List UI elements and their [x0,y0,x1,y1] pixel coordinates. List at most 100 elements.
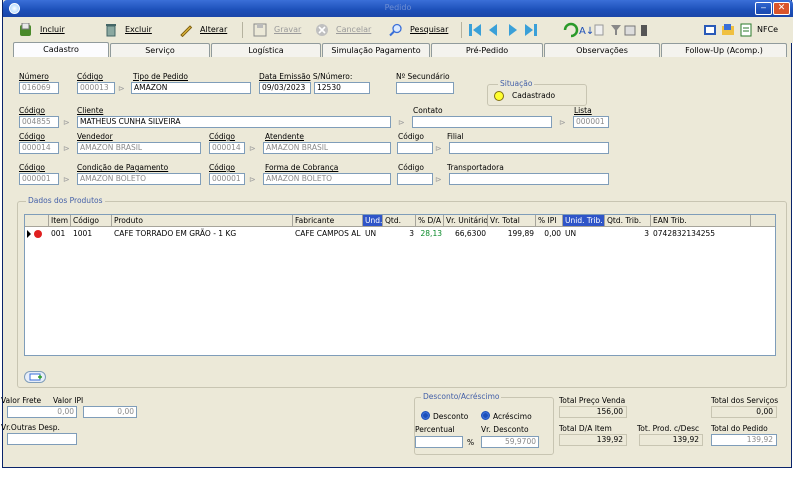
lookup-icon[interactable]: ⊳ [435,175,445,184]
acrescimo-radio[interactable] [481,411,490,420]
table-cell-qtd-trib[interactable]: 3 [605,228,651,239]
filial-codigo-label: Código [398,132,425,141]
pencil-icon [180,25,193,37]
lookup-icon[interactable]: ⊳ [63,175,73,184]
lookup-icon[interactable]: ⊳ [398,118,408,127]
alterar-button[interactable]: Alterar [179,22,227,38]
total-servicos-value: 0,00 [711,406,777,418]
col-vr-total[interactable]: Vr. Total [488,215,536,227]
utility-icons[interactable]: A↓ [563,22,653,38]
col-da[interactable]: % D/A [416,215,444,227]
filial-field[interactable] [449,142,609,154]
lista-field[interactable]: 000001 [573,116,609,128]
table-cell-item[interactable]: 001 [49,228,71,239]
s-numero-field[interactable]: 12530 [314,82,370,94]
tab-pre-pedido[interactable]: Pré-Pedido [431,43,543,57]
tab-simulacao-pagamento[interactable]: Simulação Pagamento [322,43,430,57]
col-vr-unitario[interactable]: Vr. Unitário [444,215,488,227]
col-codigo[interactable]: Código [71,215,112,227]
col-qtd[interactable]: Qtd. [383,215,416,227]
lookup-icon[interactable]: ⊳ [435,144,445,153]
atendente-codigo-field[interactable]: 000014 [209,142,245,154]
close-button[interactable]: ✕ [773,2,790,15]
valor-frete-field[interactable]: 0,00 [7,406,77,418]
forma-cobranca-field[interactable]: AMAZON BOLETO [263,173,391,185]
nfce-button[interactable]: NFCe [703,22,778,38]
data-emissao-label: Data Emissão S/Número: [259,72,353,81]
excluir-button[interactable]: Excluir [104,22,152,38]
tab-servico[interactable]: Serviço [110,43,210,57]
status-text: Cadastrado [512,91,556,100]
codigo-tipo-field[interactable]: 000013 [77,82,115,94]
tab-cadastro[interactable]: Cadastro [13,42,109,57]
table-cell-fabricante[interactable]: CAFE CAMPOS AL [293,228,363,239]
percentual-field[interactable] [415,436,463,448]
lookup-icon[interactable]: ⊳ [249,175,259,184]
filial-codigo-field[interactable] [397,142,433,154]
contato-field[interactable] [412,116,552,128]
lookup-icon[interactable]: ⊳ [118,84,128,93]
condicao-pagamento-field[interactable]: AMAZON BOLETO [77,173,201,185]
table-cell-ean-trib[interactable]: 0742832134255 [651,228,751,239]
record-navigation[interactable] [467,23,543,37]
col-fabricante[interactable]: Fabricante [293,215,363,227]
cancelar-button[interactable]: Cancelar [315,22,371,38]
lookup-icon[interactable]: ⊳ [63,144,73,153]
minimize-button[interactable]: ‒ [755,2,772,15]
table-cell-ipi[interactable]: 0,00 [536,228,563,239]
col-produto[interactable]: Produto [112,215,293,227]
gravar-button[interactable]: Gravar [253,22,301,38]
tab-strip: Cadastro Serviço Logística Simulação Pag… [13,42,788,57]
outras-despesas-field[interactable] [7,433,77,445]
forma-cobranca-label: Forma de Cobrança [265,163,339,172]
transportadora-field[interactable] [449,173,609,185]
table-cell-unid-trib[interactable]: UN [563,228,605,239]
table-cell-qtd[interactable]: 3 [383,228,416,239]
vendedor-codigo-field[interactable]: 000014 [19,142,59,154]
transp-codigo-field[interactable] [397,173,433,185]
col-unid-trib[interactable]: Unid. Trib. [563,215,605,227]
table-cell-codigo[interactable]: 1001 [71,228,112,239]
numero-field[interactable]: 016069 [19,82,59,94]
acrescimo-label: Acréscimo [493,412,532,421]
col-ipi[interactable]: % IPI [536,215,563,227]
lookup-icon[interactable]: ⊳ [249,144,259,153]
col-qtd-trib[interactable]: Qtd. Trib. [605,215,651,227]
table-cell-vr-unitario[interactable]: 66,6300 [444,228,488,239]
tab-observacoes[interactable]: Observações [544,43,660,57]
lookup-icon[interactable]: ⊳ [559,118,569,127]
cliente-codigo-field[interactable]: 004855 [19,116,59,128]
add-product-button[interactable] [24,371,46,383]
vendedor-nome-field[interactable]: AMAZON BRASIL [77,142,201,154]
add-row-icon [29,373,42,381]
col-item[interactable]: Item [49,215,71,227]
pesquisar-button[interactable]: Pesquisar [389,22,448,38]
valor-ipi-field[interactable]: 0,00 [83,406,137,418]
vr-desconto-field[interactable]: 59,9700 [481,436,539,448]
num-secundario-field[interactable] [396,82,454,94]
percentual-label: Percentual [415,425,455,434]
data-emissao-field[interactable]: 09/03/2023 [259,82,311,94]
cobranca-codigo-field[interactable]: 000001 [209,173,245,185]
tab-logistica[interactable]: Logística [211,43,321,57]
table-cell-da[interactable]: 28,13 [416,228,444,239]
atendente-nome-field[interactable]: AMAZON BRASIL [263,142,391,154]
valor-ipi-label: Valor IPI [53,396,84,405]
col-und[interactable]: Und. [363,215,383,227]
tab-follow-up[interactable]: Follow-Up (Acomp.) [661,43,787,57]
cliente-nome-field[interactable]: MATHEUS CUNHA SILVEIRA [77,116,391,128]
table-cell-produto[interactable]: CAFE TORRADO EM GRÃO - 1 KG [112,228,293,239]
table-cell-und[interactable]: UN [363,228,383,239]
vendedor-label: Vendedor [77,132,113,141]
table-cell-vr-total[interactable]: 199,89 [488,228,536,239]
incluir-button[interactable]: Incluir [19,22,65,38]
produtos-group: Dados dos Produtos Item Código Produto F… [17,196,787,388]
desconto-radio[interactable] [421,411,430,420]
transportadora-label: Transportadora [447,163,504,172]
pagamento-codigo-field[interactable]: 000001 [19,173,59,185]
lookup-icon[interactable]: ⊳ [63,118,73,127]
codigo-tipo-label: Código [77,72,104,81]
produtos-grid[interactable]: Item Código Produto Fabricante Und. Qtd.… [24,214,776,356]
col-ean-trib[interactable]: EAN Trib. [651,215,751,227]
tipo-pedido-field[interactable]: AMAZON [131,82,251,94]
